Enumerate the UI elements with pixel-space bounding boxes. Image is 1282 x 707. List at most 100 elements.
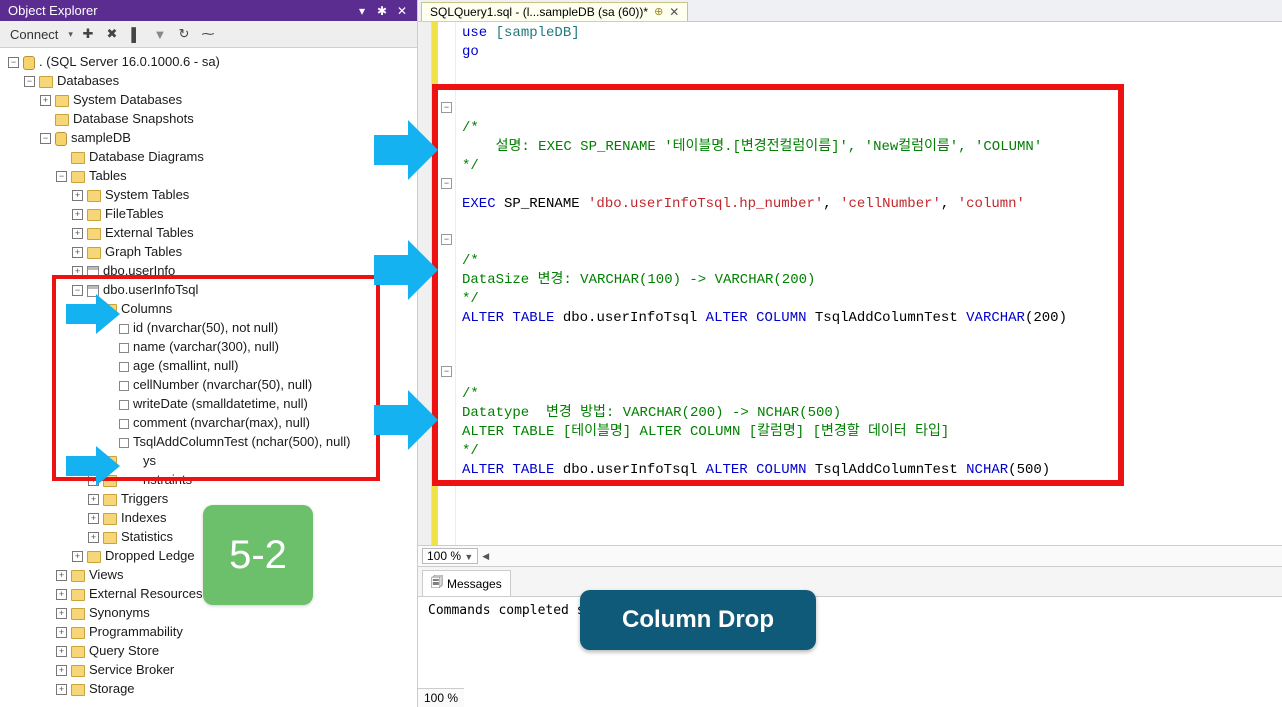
folder-icon <box>103 456 117 468</box>
expander-icon[interactable]: + <box>72 266 83 277</box>
editor-tab[interactable]: SQLQuery1.sql - (l...sampleDB (sa (60))*… <box>421 2 688 21</box>
expander-icon[interactable]: − <box>88 304 99 315</box>
tree-systables[interactable]: System Tables <box>105 187 189 202</box>
zoom-select[interactable]: 100 % ▼ <box>422 548 478 564</box>
expander-icon[interactable]: + <box>72 247 83 258</box>
column-icon <box>119 419 129 429</box>
expander-icon[interactable]: + <box>88 532 99 543</box>
pin-icon[interactable]: ⊕ <box>654 5 663 18</box>
tree-synonyms[interactable]: Synonyms <box>89 605 150 620</box>
tree-userinfo[interactable]: dbo.userInfo <box>103 263 175 278</box>
expander-icon[interactable]: + <box>56 627 67 638</box>
tree-databases[interactable]: Databases <box>57 73 119 88</box>
expander-icon[interactable]: + <box>40 95 51 106</box>
expander-icon[interactable]: + <box>88 475 99 486</box>
outline-column: − − − − <box>438 22 456 545</box>
object-explorer-tree[interactable]: −. (SQL Server 16.0.1000.6 - sa) −Databa… <box>0 48 417 707</box>
folder-icon <box>71 570 85 582</box>
code-editor[interactable]: use [sampleDB] go /* 설명: EXEC SP_RENAME … <box>456 22 1282 545</box>
object-explorer-title: Object Explorer <box>8 3 349 18</box>
zoom-bar-2: 100 % <box>418 688 464 707</box>
expander-icon[interactable]: − <box>56 171 67 182</box>
expander-icon[interactable]: − <box>40 133 51 144</box>
tree-prog[interactable]: Programmability <box>89 624 183 639</box>
annotation-column-drop: Column Drop <box>580 590 816 650</box>
expander-icon[interactable]: + <box>56 570 67 581</box>
expander-icon[interactable]: − <box>8 57 19 68</box>
tree-servicebroker[interactable]: Service Broker <box>89 662 174 677</box>
window-dropdown-icon[interactable]: ▾ <box>355 4 369 18</box>
messages-body[interactable]: Commands completed successfully. Complet… <box>418 597 1282 707</box>
expander-icon[interactable]: + <box>72 190 83 201</box>
close-tab-icon[interactable]: ✕ <box>669 5 679 19</box>
tree-keys[interactable]: ys <box>121 453 156 468</box>
activity-icon[interactable]: ⁓ <box>199 25 217 43</box>
expander-icon[interactable]: + <box>56 684 67 695</box>
tree-dbsnap[interactable]: Database Snapshots <box>73 111 194 126</box>
expander-icon[interactable]: − <box>72 285 83 296</box>
tree-userinfotsql[interactable]: dbo.userInfoTsql <box>103 282 198 297</box>
tree-sampledb[interactable]: sampleDB <box>71 130 131 145</box>
tree-col-age[interactable]: age (smallint, null) <box>133 358 239 373</box>
tree-columns[interactable]: Columns <box>121 301 172 316</box>
tree-root[interactable]: . (SQL Server 16.0.1000.6 - sa) <box>39 54 220 69</box>
editor-tabbar: SQLQuery1.sql - (l...sampleDB (sa (60))*… <box>418 0 1282 22</box>
filter-icon[interactable]: ▼ <box>151 25 169 43</box>
expander-icon[interactable]: + <box>72 209 83 220</box>
expander-icon[interactable]: + <box>72 551 83 562</box>
expander-icon[interactable]: + <box>56 589 67 600</box>
toolbar-btn-3[interactable]: ▌ <box>127 25 145 43</box>
tree-col-id[interactable]: id (nvarchar(50), not null) <box>133 320 278 335</box>
expander-icon[interactable]: + <box>56 608 67 619</box>
tree-triggers[interactable]: Triggers <box>121 491 168 506</box>
tree-col-comment[interactable]: comment (nvarchar(max), null) <box>133 415 310 430</box>
tree-indexes[interactable]: Indexes <box>121 510 167 525</box>
expander-icon[interactable]: + <box>56 646 67 657</box>
expander-icon[interactable]: + <box>88 494 99 505</box>
tree-graphtables[interactable]: Graph Tables <box>105 244 182 259</box>
tree-storage[interactable]: Storage <box>89 681 135 696</box>
tree-statistics[interactable]: Statistics <box>121 529 173 544</box>
tree-dbdiag[interactable]: Database Diagrams <box>89 149 204 164</box>
folder-icon <box>103 304 117 316</box>
refresh-icon[interactable]: ↻ <box>175 25 193 43</box>
database-icon <box>55 132 67 146</box>
tree-extres[interactable]: External Resources <box>89 586 202 601</box>
expander-icon[interactable]: + <box>72 228 83 239</box>
tree-col-cellnumber[interactable]: cellNumber (nvarchar(50), null) <box>133 377 312 392</box>
toolbar-btn-2[interactable]: ✖ <box>103 25 121 43</box>
fold-icon[interactable]: − <box>441 102 452 113</box>
tree-tables[interactable]: Tables <box>89 168 127 183</box>
pin-icon[interactable]: ✱ <box>375 4 389 18</box>
expander-icon[interactable]: − <box>24 76 35 87</box>
tree-droppedledge[interactable]: Dropped Ledge <box>105 548 195 563</box>
connect-button[interactable]: Connect <box>6 26 62 43</box>
connect-dropdown-icon[interactable]: ▾ <box>68 29 73 40</box>
expander-icon[interactable]: + <box>56 665 67 676</box>
scroll-left-icon[interactable]: ◀ <box>482 551 489 562</box>
tree-col-writedate[interactable]: writeDate (smalldatetime, null) <box>133 396 308 411</box>
toolbar-btn-1[interactable]: ✚ <box>79 25 97 43</box>
expander-icon[interactable]: + <box>88 456 99 467</box>
tree-views[interactable]: Views <box>89 567 123 582</box>
table-icon <box>87 285 99 297</box>
tree-col-name[interactable]: name (varchar(300), null) <box>133 339 279 354</box>
tree-querystore[interactable]: Query Store <box>89 643 159 658</box>
fold-icon[interactable]: − <box>441 366 452 377</box>
fold-icon[interactable]: − <box>441 234 452 245</box>
tree-col-tsqladd[interactable]: TsqlAddColumnTest (nchar(500), null) <box>133 434 350 449</box>
object-explorer-toolbar: Connect ▾ ✚ ✖ ▌ ▼ ↻ ⁓ <box>0 21 417 48</box>
table-icon <box>87 266 99 278</box>
tree-constraints[interactable]: nstraints <box>121 472 192 487</box>
messages-tab[interactable]: 🗐 Messages <box>422 570 511 596</box>
object-explorer-panel: Object Explorer ▾ ✱ ✕ Connect ▾ ✚ ✖ ▌ ▼ … <box>0 0 418 707</box>
tree-filetables[interactable]: FileTables <box>105 206 164 221</box>
expander-icon[interactable]: + <box>88 513 99 524</box>
tree-exttables[interactable]: External Tables <box>105 225 194 240</box>
folder-icon <box>87 209 101 221</box>
folder-icon <box>71 646 85 658</box>
folder-icon <box>87 228 101 240</box>
tree-sysdb[interactable]: System Databases <box>73 92 182 107</box>
close-icon[interactable]: ✕ <box>395 4 409 18</box>
fold-icon[interactable]: − <box>441 178 452 189</box>
